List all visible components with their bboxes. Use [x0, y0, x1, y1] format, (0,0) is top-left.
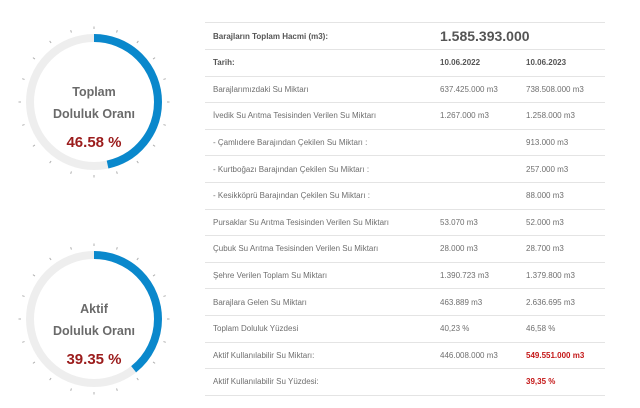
date-header-row: Tarih: 10.06.2022 10.06.2023	[205, 49, 605, 77]
table-row: İvedik Su Arıtma Tesisinden Verilen Su M…	[205, 102, 605, 130]
gauge-tick	[70, 171, 72, 174]
gauge-value: 39.35 %	[66, 351, 122, 368]
total-fill-gauge-ring	[18, 26, 170, 178]
row-value-2023: 46,58 %	[518, 314, 605, 343]
row-value-2023: 2.636.695 m3	[518, 288, 605, 316]
gauge-tick	[49, 160, 52, 164]
row-value-2023: 738.508.000 m3	[518, 75, 605, 103]
gauge-tick	[70, 30, 72, 33]
gauge-tick	[49, 377, 52, 381]
row-value-2022: 637.425.000 m3	[432, 75, 518, 103]
table-row: Aktif Kullanılabilir Su Yüzdesi: 39,35 %	[205, 368, 605, 396]
gauge-tick	[136, 377, 139, 381]
row-value-2022: 53.070 m3	[432, 208, 518, 236]
gauge-tick	[22, 78, 25, 80]
table-row: Çubuk Su Arıtma Tesisinden Verilen Su Mi…	[205, 235, 605, 263]
date-column-2: 10.06.2023	[518, 49, 605, 77]
row-label: Toplam Doluluk Yüzdesi	[205, 314, 432, 343]
gauge-tick	[136, 160, 139, 164]
row-label: - Kesikköprü Barajından Çekilen Su Mikta…	[205, 181, 432, 210]
table-row: Aktif Kullanılabilir Su Miktarı: 446.008.…	[205, 341, 605, 369]
row-value-2022	[432, 181, 518, 210]
total-fill-gauge: Toplam Doluluk Oranı 46.58 %	[18, 26, 170, 178]
gauge-tick	[70, 388, 72, 391]
row-value-2023: 28.700 m3	[518, 235, 605, 263]
row-value-2023: 257.000 m3	[518, 155, 605, 183]
total-volume-value: 1.585.393.000	[432, 22, 605, 50]
gauge-ticks	[18, 26, 170, 178]
row-label: Şehre Verilen Toplam Su Miktarı	[205, 261, 432, 289]
row-value-2023: 549.551.000 m3	[518, 341, 605, 369]
row-label: Pursaklar Su Arıtma Tesisinden Verilen S…	[205, 208, 432, 236]
row-label: Aktif Kullanılabilir Su Yüzdesi:	[205, 368, 432, 396]
gauge-tick	[163, 295, 166, 297]
row-value-2023: 1.379.800 m3	[518, 261, 605, 289]
gauge-value: 46.58 %	[66, 134, 122, 151]
gauge-tick	[163, 341, 166, 343]
table-row: - Çamlıdere Barajından Çekilen Su Miktar…	[205, 128, 605, 156]
row-value-2023: 913.000 m3	[518, 128, 605, 156]
table-row: - Kurtboğazı Barajından Çekilen Su Mikta…	[205, 155, 605, 183]
gauge-tick	[116, 247, 118, 250]
gauge-title-line1: Aktif	[80, 302, 108, 316]
gauge-tick	[32, 274, 36, 277]
gauge-ticks	[18, 243, 170, 395]
gauge-tick	[32, 57, 36, 60]
gauge-tick	[152, 274, 156, 277]
row-value-2022: 463.889 m3	[432, 288, 518, 316]
row-label: - Çamlıdere Barajından Çekilen Su Miktar…	[205, 128, 432, 156]
gauge-tick	[70, 247, 72, 250]
gauge-tick	[136, 257, 139, 261]
table-row: Barajlara Gelen Su Miktarı 463.889 m3 2.63…	[205, 288, 605, 316]
row-label: İvedik Su Arıtma Tesisinden Verilen Su M…	[205, 102, 432, 130]
gauge-tick	[22, 124, 25, 126]
gauge-tick	[163, 124, 166, 126]
gauge-tick	[49, 40, 52, 44]
row-value-2023: 52.000 m3	[518, 208, 605, 236]
table-row: Pursaklar Su Arıtma Tesisinden Verilen S…	[205, 208, 605, 236]
row-value-2023: 39,35 %	[518, 368, 605, 396]
active-fill-gauge: Aktif Doluluk Oranı 39.35 %	[18, 243, 170, 395]
row-value-2022: 28.000 m3	[432, 235, 518, 263]
table-row: Barajlarımızdaki Su Miktarı 637.425.000 m…	[205, 75, 605, 103]
reservoir-data-table: Barajların Toplam Hacmi (m3): 1.585.393.…	[205, 22, 605, 396]
row-label: Çubuk Su Arıtma Tesisinden Verilen Su Mi…	[205, 235, 432, 263]
gauge-tick	[116, 388, 118, 391]
gauge-tick	[22, 341, 25, 343]
row-label: Aktif Kullanılabilir Su Miktarı:	[205, 341, 432, 369]
date-label: Tarih:	[205, 49, 432, 77]
row-label: Barajlarımızdaki Su Miktarı	[205, 75, 432, 103]
row-value-2022: 446.008.000 m3	[432, 341, 518, 369]
row-label: - Kurtboğazı Barajından Çekilen Su Mikta…	[205, 155, 432, 183]
row-value-2022	[432, 155, 518, 183]
gauge-tick	[49, 257, 52, 261]
row-value-2022	[432, 128, 518, 156]
gauge-title-line1: Toplam	[72, 85, 116, 99]
table-row: Şehre Verilen Toplam Su Miktarı 1.390.723…	[205, 261, 605, 289]
gauge-title-line2: Doluluk Oranı	[53, 324, 135, 338]
row-value-2022: 1.390.723 m3	[432, 261, 518, 289]
gauge-tick	[22, 295, 25, 297]
table-row: - Kesikköprü Barajından Çekilen Su Mikta…	[205, 181, 605, 210]
gauge-tick	[116, 171, 118, 174]
gauge-tick	[152, 57, 156, 60]
active-fill-gauge-ring	[18, 243, 170, 395]
total-volume-label: Barajların Toplam Hacmi (m3):	[205, 22, 432, 50]
gauge-tick	[163, 78, 166, 80]
row-value-2022	[432, 368, 518, 396]
row-value-2022: 1.267.000 m3	[432, 102, 518, 130]
gauge-title-line2: Doluluk Oranı	[53, 107, 135, 121]
gauge-tick	[116, 30, 118, 33]
date-column-1: 10.06.2022	[432, 49, 518, 77]
total-volume-row: Barajların Toplam Hacmi (m3): 1.585.393.…	[205, 22, 605, 50]
row-value-2023: 1.258.000 m3	[518, 102, 605, 130]
row-value-2023: 88.000 m3	[518, 181, 605, 210]
table-row: Toplam Doluluk Yüzdesi 40,23 % 46,58 %	[205, 314, 605, 343]
row-label: Barajlara Gelen Su Miktarı	[205, 288, 432, 316]
row-value-2022: 40,23 %	[432, 314, 518, 343]
gauge-tick	[136, 40, 139, 44]
